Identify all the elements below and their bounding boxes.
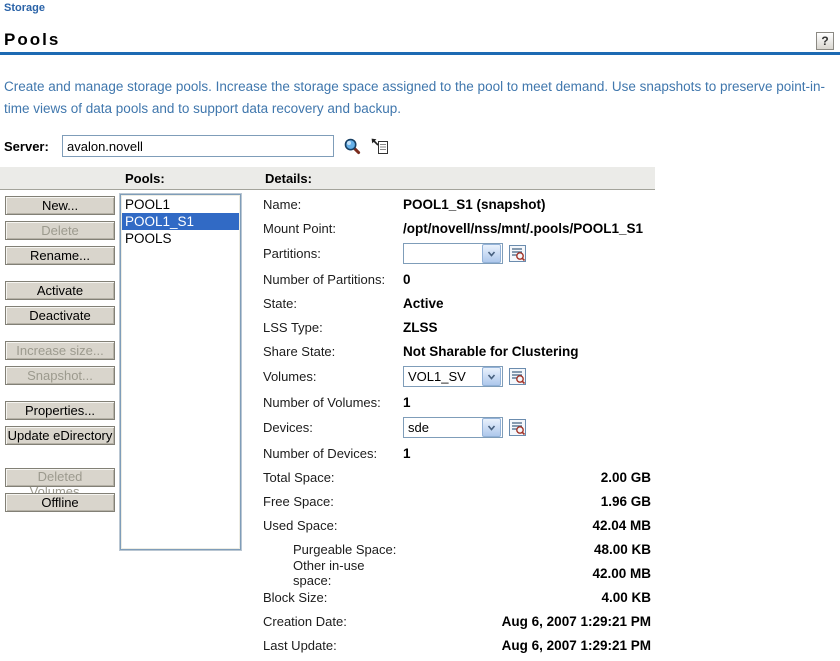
detail-row-total-space: Total Space:2.00 GB <box>263 465 653 489</box>
detail-row-name: Name:POOL1_S1 (snapshot) <box>263 192 653 216</box>
pool-list-item-POOL1[interactable]: POOL1 <box>122 196 239 213</box>
detail-label-other-in-use-space: Other in-use space: <box>263 558 403 588</box>
pools-listbox[interactable]: POOL1POOL1_S1POOLS <box>120 194 241 550</box>
breadcrumb-storage-link[interactable]: Storage <box>4 2 45 14</box>
detail-row-number-of-devices: Number of Devices:1 <box>263 441 653 465</box>
devices-details-browse-icon[interactable] <box>509 419 526 436</box>
detail-value-state: Active <box>403 296 444 311</box>
action-button-offline[interactable]: Offline <box>5 493 115 512</box>
server-row: Server: <box>4 135 390 157</box>
action-button-snapshot[interactable]: Snapshot... <box>5 366 115 385</box>
detail-row-free-space: Free Space:1.96 GB <box>263 489 653 513</box>
detail-row-lss-type: LSS Type:ZLSS <box>263 315 653 339</box>
detail-label-total-space: Total Space: <box>263 470 403 485</box>
detail-row-creation-date: Creation Date:Aug 6, 2007 1:29:21 PM <box>263 609 653 633</box>
detail-value-purgeable-space: 48.00 KB <box>403 542 653 557</box>
detail-value-number-of-partitions: 0 <box>403 272 411 287</box>
detail-row-state: State:Active <box>263 291 653 315</box>
detail-value-number-of-volumes: 1 <box>403 395 411 410</box>
details-header: Details: <box>265 171 312 186</box>
detail-row-share-state: Share State:Not Sharable for Clustering <box>263 339 653 363</box>
help-button[interactable]: ? <box>816 32 834 50</box>
detail-value-used-space: 42.04 MB <box>403 518 653 533</box>
detail-label-volumes: Volumes: <box>263 369 403 384</box>
action-button-activate[interactable]: Activate <box>5 281 115 300</box>
detail-row-block-size: Block Size:4.00 KB <box>263 585 653 609</box>
details-panel: Name:POOL1_S1 (snapshot)Mount Point:/opt… <box>263 192 653 657</box>
partitions-select[interactable] <box>403 243 503 264</box>
title-divider <box>0 52 840 55</box>
detail-label-purgeable-space: Purgeable Space: <box>263 542 403 557</box>
chevron-down-icon <box>482 244 501 263</box>
help-icon: ? <box>821 34 828 48</box>
action-button-delete[interactable]: Delete <box>5 221 115 240</box>
volumes-select[interactable]: VOL1_SV <box>403 366 503 387</box>
detail-label-number-of-volumes: Number of Volumes: <box>263 395 403 410</box>
search-icon[interactable] <box>342 136 362 156</box>
action-button-increase-size[interactable]: Increase size... <box>5 341 115 360</box>
pools-header: Pools: <box>125 171 165 186</box>
detail-row-number-of-volumes: Number of Volumes:1 <box>263 390 653 414</box>
detail-label-state: State: <box>263 296 403 311</box>
detail-label-share-state: Share State: <box>263 344 403 359</box>
detail-value-name: POOL1_S1 (snapshot) <box>403 197 546 212</box>
server-input[interactable] <box>62 135 334 157</box>
server-label: Server: <box>4 139 62 154</box>
detail-label-number-of-devices: Number of Devices: <box>263 446 403 461</box>
action-button-deleted-volumes[interactable]: Deleted Volumes... <box>5 468 115 487</box>
action-button-column: New... Delete Rename... Activate Deactivate I… <box>5 196 115 518</box>
detail-label-mount-point: Mount Point: <box>263 221 403 236</box>
detail-value-total-space: 2.00 GB <box>403 470 653 485</box>
detail-value-last-update: Aug 6, 2007 1:29:21 PM <box>403 638 653 653</box>
detail-label-block-size: Block Size: <box>263 590 403 605</box>
volumes-details-browse-icon[interactable] <box>509 368 526 385</box>
detail-label-free-space: Free Space: <box>263 494 403 509</box>
detail-label-lss-type: LSS Type: <box>263 320 403 335</box>
detail-value-block-size: 4.00 KB <box>403 590 653 605</box>
detail-value-free-space: 1.96 GB <box>403 494 653 509</box>
detail-row-mount-point: Mount Point:/opt/novell/nss/mnt/.pools/P… <box>263 216 653 240</box>
detail-value-number-of-devices: 1 <box>403 446 411 461</box>
devices-select[interactable]: sde <box>403 417 503 438</box>
detail-label-partitions: Partitions: <box>263 246 403 261</box>
detail-label-used-space: Used Space: <box>263 518 403 533</box>
page-title: Pools <box>4 30 60 50</box>
action-button-new[interactable]: New... <box>5 196 115 215</box>
detail-value-creation-date: Aug 6, 2007 1:29:21 PM <box>403 614 653 629</box>
page-description: Create and manage storage pools. Increas… <box>4 76 832 120</box>
detail-label-creation-date: Creation Date: <box>263 614 403 629</box>
chevron-down-icon <box>482 418 501 437</box>
detail-row-partitions: Partitions: <box>263 240 653 267</box>
pool-list-item-POOL1_S1[interactable]: POOL1_S1 <box>122 213 239 230</box>
pool-list-item-POOLS[interactable]: POOLS <box>122 230 239 247</box>
detail-value-mount-point: /opt/novell/nss/mnt/.pools/POOL1_S1 <box>403 221 643 236</box>
action-button-rename[interactable]: Rename... <box>5 246 115 265</box>
panel-header-bar: Pools: Details: <box>0 167 655 190</box>
detail-value-share-state: Not Sharable for Clustering <box>403 344 579 359</box>
object-history-icon[interactable] <box>370 136 390 156</box>
detail-row-last-update: Last Update:Aug 6, 2007 1:29:21 PM <box>263 633 653 657</box>
detail-row-number-of-partitions: Number of Partitions:0 <box>263 267 653 291</box>
partitions-details-browse-icon[interactable] <box>509 245 526 262</box>
chevron-down-icon <box>482 367 501 386</box>
detail-label-number-of-partitions: Number of Partitions: <box>263 272 403 287</box>
detail-row-devices: Devices:sde <box>263 414 653 441</box>
detail-row-volumes: Volumes:VOL1_SV <box>263 363 653 390</box>
detail-label-name: Name: <box>263 197 403 212</box>
action-button-deactivate[interactable]: Deactivate <box>5 306 115 325</box>
action-button-properties[interactable]: Properties... <box>5 401 115 420</box>
detail-label-last-update: Last Update: <box>263 638 403 653</box>
action-button-update-edirectory[interactable]: Update eDirectory <box>5 426 115 445</box>
detail-value-lss-type: ZLSS <box>403 320 438 335</box>
detail-row-other-in-use-space: Other in-use space:42.00 MB <box>263 561 653 585</box>
detail-row-used-space: Used Space:42.04 MB <box>263 513 653 537</box>
detail-value-other-in-use-space: 42.00 MB <box>403 566 653 581</box>
detail-label-devices: Devices: <box>263 420 403 435</box>
